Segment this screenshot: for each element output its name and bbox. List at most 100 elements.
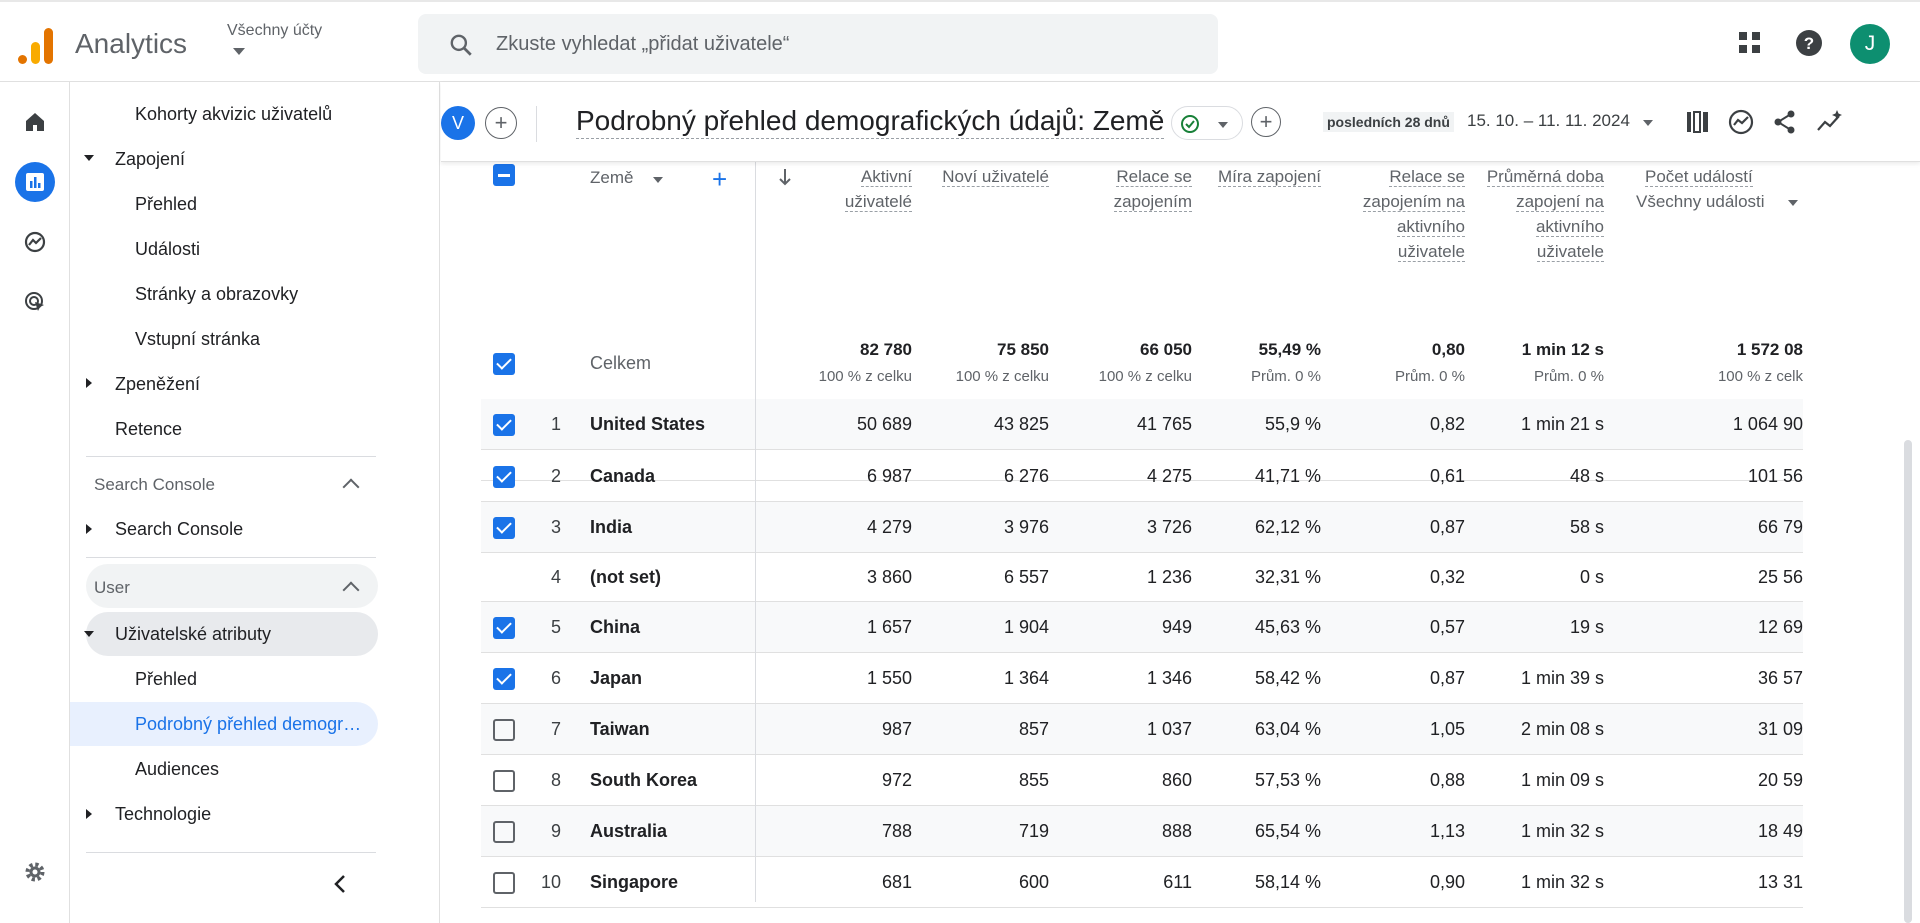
add-filter-button[interactable]: + [1251,107,1281,137]
column-header-engaged-sessions-per-user[interactable]: Relace se zapojením na aktivního uživate… [1345,164,1465,264]
row-checkbox[interactable] [493,616,515,639]
search-bar[interactable] [418,14,1218,74]
sidebar-item-retention[interactable]: Retence [115,407,182,451]
row-checkbox[interactable] [493,413,515,436]
comparison-chip[interactable]: V [441,106,475,140]
column-header-engagement-rate[interactable]: Míra zapojení [1211,164,1321,189]
left-rail [0,82,70,923]
report-status-pill[interactable] [1171,106,1243,140]
metric-cell: 58,42 % [1254,667,1321,688]
sidebar-group-engagement[interactable]: Zapojení [115,137,185,181]
collapse-sidebar-chevron-icon[interactable] [332,874,348,894]
metric-cell: 1,05 [1429,718,1465,739]
date-range[interactable]: 15. 10. – 11. 11. 2024 [1467,111,1630,131]
add-comparison-button[interactable]: + [485,107,517,139]
search-input[interactable] [496,14,1196,74]
event-selector[interactable]: Všechny události [1636,192,1765,212]
divider [86,456,376,457]
sidebar-item-audiences[interactable]: Audiences [135,747,219,791]
country-name[interactable]: China [590,617,640,638]
sidebar-item-overview[interactable]: Přehled [135,657,197,701]
sidebar-group-technology[interactable]: Technologie [115,792,211,836]
metric-cell: 20 59 [1757,769,1803,790]
column-header-engaged-sessions[interactable]: Relace se zapojením [1056,164,1192,214]
sidebar-group-monetization[interactable]: Zpeněžení [115,362,200,406]
row-checkbox[interactable] [493,667,515,690]
row-checkbox[interactable] [493,871,515,894]
home-icon[interactable] [15,102,55,142]
sidebar-group-search-console[interactable]: Search Console [115,507,243,551]
check-circle-icon [1181,115,1199,133]
row-index: 1 [550,413,561,434]
country-name[interactable]: (not set) [590,567,661,588]
insights-chart-icon[interactable] [1727,108,1755,136]
column-header-avg-engagement-time[interactable]: Průměrná doba zapojení na aktivního uživ… [1481,164,1604,264]
column-header-active-users[interactable]: Aktivní uživatelé [796,164,912,214]
account-dropdown-icon[interactable] [233,48,245,55]
country-name[interactable]: Singapore [590,872,678,893]
dimension-header[interactable]: Země [590,168,633,188]
apps-grid-icon[interactable] [1735,28,1765,58]
sort-descending-arrow-icon[interactable] [778,168,792,186]
sidebar-item-events[interactable]: Události [135,227,200,271]
metric-cell: 19 s [1569,616,1604,637]
metric-cell: 58 s [1569,516,1604,537]
country-name[interactable]: Japan [590,668,642,689]
sidebar-item-overview[interactable]: Přehled [135,182,197,226]
sidebar-item-demographic-details[interactable]: Podrobný přehled demogr… [135,702,361,746]
date-preset-label[interactable]: posledních 28 dnů [1323,112,1454,132]
account-selector-label[interactable]: Všechny účty [227,22,322,40]
chevron-up-icon[interactable] [342,478,360,496]
date-dropdown-icon[interactable] [1643,120,1653,126]
expand-caret-icon[interactable] [84,631,94,637]
section-header-user[interactable]: User [94,578,130,598]
collapsed-caret-icon[interactable] [86,809,92,819]
dimension-dropdown-icon[interactable] [653,177,663,183]
sidebar-item-pages-screens[interactable]: Stránky a obrazovky [135,272,298,316]
row-checkbox[interactable] [493,769,515,792]
select-all-checkbox[interactable] [493,164,515,186]
page-scrollbar[interactable] [1904,440,1912,923]
explore-icon[interactable] [15,222,55,262]
row-checkbox[interactable] [493,465,515,488]
row-index: 5 [550,616,561,637]
row-index: 10 [540,871,561,892]
row-index: 4 [550,566,561,587]
advertising-icon[interactable] [15,282,55,322]
row-checkbox[interactable] [493,516,515,539]
country-name[interactable]: Taiwan [590,719,650,740]
insights-sparkle-icon[interactable] [1815,108,1845,136]
help-icon[interactable]: ? [1794,28,1824,58]
metric-cell: 1 364 [1003,667,1049,688]
row-checkbox[interactable] [493,820,515,843]
country-name[interactable]: India [590,517,632,538]
customize-report-icon[interactable] [1684,108,1712,136]
report-main: Země + Aktivní uživatelé Noví uživatelé … [441,82,1920,923]
metric-cell: 57,53 % [1254,769,1321,790]
column-header-new-users[interactable]: Noví uživatelé [931,164,1049,189]
totals-checkbox[interactable] [493,353,515,375]
sidebar-item-landing-page[interactable]: Vstupní stránka [135,317,260,361]
reports-icon[interactable] [15,162,55,202]
country-name[interactable]: Australia [590,821,667,842]
country-name[interactable]: South Korea [590,770,697,791]
country-name[interactable]: United States [590,414,705,435]
expand-caret-icon[interactable] [84,155,94,161]
add-dimension-plus-icon[interactable]: + [712,164,727,195]
event-selector-dropdown-icon[interactable] [1788,200,1798,206]
sidebar-item-cohorts[interactable]: Kohorty akvizic uživatelů [135,92,332,136]
collapsed-caret-icon[interactable] [86,524,92,534]
metric-cell: 1 min 21 s [1520,413,1604,434]
row-checkbox[interactable] [493,718,515,741]
sidebar-group-user-attributes[interactable]: Uživatelské atributy [115,612,271,656]
analytics-logo-icon[interactable] [18,24,54,64]
column-header-event-count[interactable]: Počet událostí [1611,164,1803,189]
section-header-search-console[interactable]: Search Console [94,475,215,495]
table-viewport: Země + Aktivní uživatelé Noví uživatelé … [441,82,1803,923]
user-avatar[interactable]: J [1850,24,1890,64]
reports-sidebar: Kohorty akvizic uživatelů Zapojení Přehl… [70,82,440,923]
share-icon[interactable] [1771,108,1799,136]
collapsed-caret-icon[interactable] [86,378,92,388]
country-name[interactable]: Canada [590,466,655,487]
settings-gear-icon[interactable] [15,852,55,892]
